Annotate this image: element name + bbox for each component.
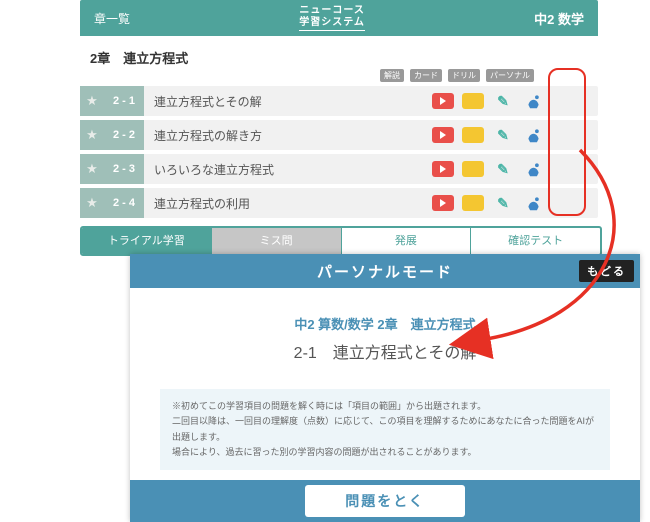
chapter-title: 2章 連立方程式 xyxy=(90,48,650,67)
favorite-star-icon[interactable]: ★ xyxy=(80,154,104,184)
chapter-list-button[interactable]: 章一覧 xyxy=(94,10,130,27)
col-head-card: カード xyxy=(410,69,442,82)
favorite-star-icon[interactable]: ★ xyxy=(80,120,104,150)
card-icon[interactable] xyxy=(462,127,484,143)
bottom-tabs: トライアル学習 ミス問 発展 確認テスト xyxy=(80,226,602,256)
logo-line2: 学習システム xyxy=(299,17,365,31)
card-icon[interactable] xyxy=(462,195,484,211)
app-logo: ニューコース 学習システム xyxy=(299,5,365,31)
drill-icon[interactable] xyxy=(492,161,514,177)
notice-line: 二回目以降は、一回目の理解度（点数）に応じて、この項目を理解するためにあなたに合… xyxy=(172,414,598,445)
lesson-title[interactable]: いろいろな連立方程式 xyxy=(144,161,432,178)
lesson-number: 2 - 1 xyxy=(104,86,144,116)
favorite-star-icon[interactable]: ★ xyxy=(80,188,104,218)
play-icon[interactable] xyxy=(432,127,454,143)
tab-advance[interactable]: 発展 xyxy=(342,228,472,254)
column-headers: 解説 カード ドリル パーソナル xyxy=(380,69,650,82)
lesson-title[interactable]: 連立方程式とその解 xyxy=(144,93,432,110)
play-icon[interactable] xyxy=(432,161,454,177)
lesson-rows: ★ 2 - 1 連立方程式とその解 ★ 2 - 2 連立方程式の解き方 ★ 2 … xyxy=(80,86,598,218)
lesson-number: 2 - 2 xyxy=(104,120,144,150)
lesson-row: ★ 2 - 4 連立方程式の利用 xyxy=(80,188,598,218)
col-head-video: 解説 xyxy=(380,69,404,82)
logo-line1: ニューコース xyxy=(299,5,365,17)
lesson-number: 2 - 4 xyxy=(104,188,144,218)
solve-button[interactable]: 問題をとく xyxy=(305,485,465,517)
lesson-row: ★ 2 - 1 連立方程式とその解 xyxy=(80,86,598,116)
notice-box: ※初めてこの学習項目の問題を解く時には「項目の範囲」から出題されます。 二回目以… xyxy=(160,389,610,470)
lesson-row: ★ 2 - 3 いろいろな連立方程式 xyxy=(80,154,598,184)
tab-miss[interactable]: ミス問 xyxy=(212,228,342,254)
tab-test[interactable]: 確認テスト xyxy=(471,228,600,254)
lesson-number: 2 - 3 xyxy=(104,154,144,184)
tab-trial[interactable]: トライアル学習 xyxy=(82,228,212,254)
breadcrumb: 中2 算数/数学 2章 連立方程式 xyxy=(138,314,632,333)
back-button[interactable]: もどる xyxy=(579,260,634,282)
top-bar: 章一覧 ニューコース 学習システム 中2 数学 xyxy=(80,0,598,36)
personal-mode-title: パーソナルモード xyxy=(317,261,453,282)
drill-icon[interactable] xyxy=(492,127,514,143)
lesson-title[interactable]: 連立方程式の利用 xyxy=(144,195,432,212)
personal-icon[interactable] xyxy=(522,93,544,109)
subject-label: 中2 数学 xyxy=(534,9,584,28)
play-icon[interactable] xyxy=(432,195,454,211)
item-title: 2-1 連立方程式とその解 xyxy=(138,339,632,363)
notice-line: 場合により、過去に習った別の学習内容の問題が出されることがあります。 xyxy=(172,445,598,460)
drill-icon[interactable] xyxy=(492,93,514,109)
solve-bar: 問題をとく xyxy=(130,480,640,522)
notice-line: ※初めてこの学習項目の問題を解く時には「項目の範囲」から出題されます。 xyxy=(172,399,598,414)
play-icon[interactable] xyxy=(432,93,454,109)
personal-mode-panel: パーソナルモード もどる 中2 算数/数学 2章 連立方程式 2-1 連立方程式… xyxy=(130,254,640,522)
lesson-row: ★ 2 - 2 連立方程式の解き方 xyxy=(80,120,598,150)
personal-icon[interactable] xyxy=(522,195,544,211)
drill-icon[interactable] xyxy=(492,195,514,211)
personal-icon[interactable] xyxy=(522,127,544,143)
card-icon[interactable] xyxy=(462,161,484,177)
lesson-title[interactable]: 連立方程式の解き方 xyxy=(144,127,432,144)
personal-icon[interactable] xyxy=(522,161,544,177)
card-icon[interactable] xyxy=(462,93,484,109)
col-head-personal: パーソナル xyxy=(486,69,534,82)
personal-mode-header: パーソナルモード もどる xyxy=(130,254,640,288)
col-head-drill: ドリル xyxy=(448,69,480,82)
favorite-star-icon[interactable]: ★ xyxy=(80,86,104,116)
